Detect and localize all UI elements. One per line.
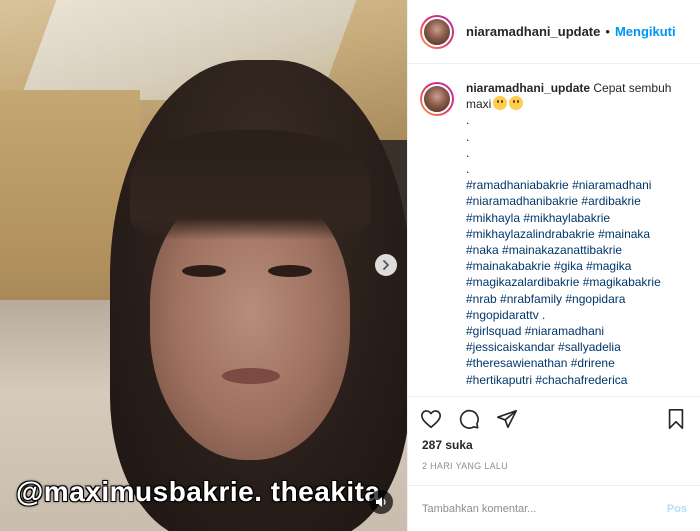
comment-form: Pos — [408, 485, 700, 531]
heart-icon — [421, 409, 441, 428]
sad-face-emoji-icon — [493, 96, 508, 111]
following-button[interactable]: Mengikuti — [615, 24, 676, 39]
caption-second-line: maxi — [466, 96, 688, 112]
caption-avatar[interactable] — [420, 82, 454, 116]
comment-input[interactable] — [422, 502, 667, 515]
caption-message-2: maxi — [466, 97, 492, 112]
person-bangs — [130, 130, 370, 240]
action-bar — [408, 396, 700, 440]
avatar[interactable] — [420, 14, 454, 49]
avatar-image — [422, 16, 452, 47]
person-eye-right — [268, 265, 312, 277]
hashtag-line[interactable]: #mainakabakrie #gika #magika — [466, 258, 688, 274]
comment-button[interactable] — [456, 406, 482, 432]
caption-first-line: niaramadhani_update Cepat sembuh — [466, 80, 688, 96]
speaker-icon — [376, 497, 386, 507]
video-frame — [0, 0, 407, 531]
avatar-image — [422, 84, 452, 114]
save-button[interactable] — [663, 406, 689, 432]
hashtag-line[interactable]: #mikhayla #mikhaylabakrie — [466, 210, 688, 226]
person-eye-left — [182, 265, 226, 277]
next-media-button[interactable] — [375, 254, 397, 276]
hashtag-line[interactable]: #jessicaiskandar #sallyadelia — [466, 339, 688, 355]
media-overlay-text: @maximusbakrie. theakita — [16, 476, 381, 507]
post-side-panel: niaramadhani_update • Mengikuti niaramad… — [407, 0, 700, 531]
caption-username[interactable]: niaramadhani_update — [466, 81, 590, 95]
post-comment-button[interactable]: Pos — [667, 503, 687, 515]
caption-text: niaramadhani_update Cepat sembuh maxi . … — [466, 80, 688, 396]
share-button[interactable] — [494, 406, 520, 432]
caption-dot: . — [466, 113, 470, 128]
caption-message: Cepat sembuh — [593, 81, 672, 95]
hashtag-line[interactable]: #ngopidarattv . — [466, 307, 688, 323]
hashtag-line[interactable]: #theresawienathan #drirene — [466, 355, 688, 371]
hashtag-line[interactable]: #nrab #nrabfamily #ngopidara — [466, 291, 688, 307]
caption-dot: . — [466, 145, 470, 160]
header-separator: • — [605, 24, 610, 39]
paper-plane-icon — [497, 409, 517, 428]
header-username[interactable]: niaramadhani_update — [466, 24, 600, 39]
comment-icon — [459, 409, 479, 429]
bookmark-icon — [668, 408, 684, 429]
caption-dot: . — [466, 162, 470, 177]
sound-toggle-button[interactable] — [369, 490, 393, 514]
hashtag-line[interactable]: #niaramadhanibakrie #ardibakrie — [466, 193, 688, 209]
post-timestamp[interactable]: 2 HARI YANG LALU — [422, 461, 508, 471]
caption-section: niaramadhani_update Cepat sembuh maxi . … — [408, 64, 700, 396]
hashtag-line[interactable]: #girlsquad #niaramadhani — [466, 323, 688, 339]
person-lips — [222, 368, 280, 384]
chevron-right-icon — [383, 260, 389, 270]
hashtag-line[interactable]: #hertikaputri #chachafrederica — [466, 372, 688, 388]
like-button[interactable] — [418, 406, 444, 432]
hashtag-line[interactable]: #naka #mainakazanattibakrie — [466, 242, 688, 258]
sad-face-emoji-icon — [509, 96, 524, 111]
like-count[interactable]: 287 suka — [422, 438, 473, 452]
caption-dot: . — [466, 129, 470, 144]
hashtag-line[interactable]: #ramadhaniabakrie #niaramadhani — [466, 177, 688, 193]
post-media[interactable]: @maximusbakrie. theakita — [0, 0, 407, 531]
hashtag-line[interactable]: #mikhaylazalindrabakrie #mainaka — [466, 226, 688, 242]
hashtag-line[interactable]: #magikazalardibakrie #magikabakrie — [466, 274, 688, 290]
post-header: niaramadhani_update • Mengikuti — [408, 0, 700, 64]
